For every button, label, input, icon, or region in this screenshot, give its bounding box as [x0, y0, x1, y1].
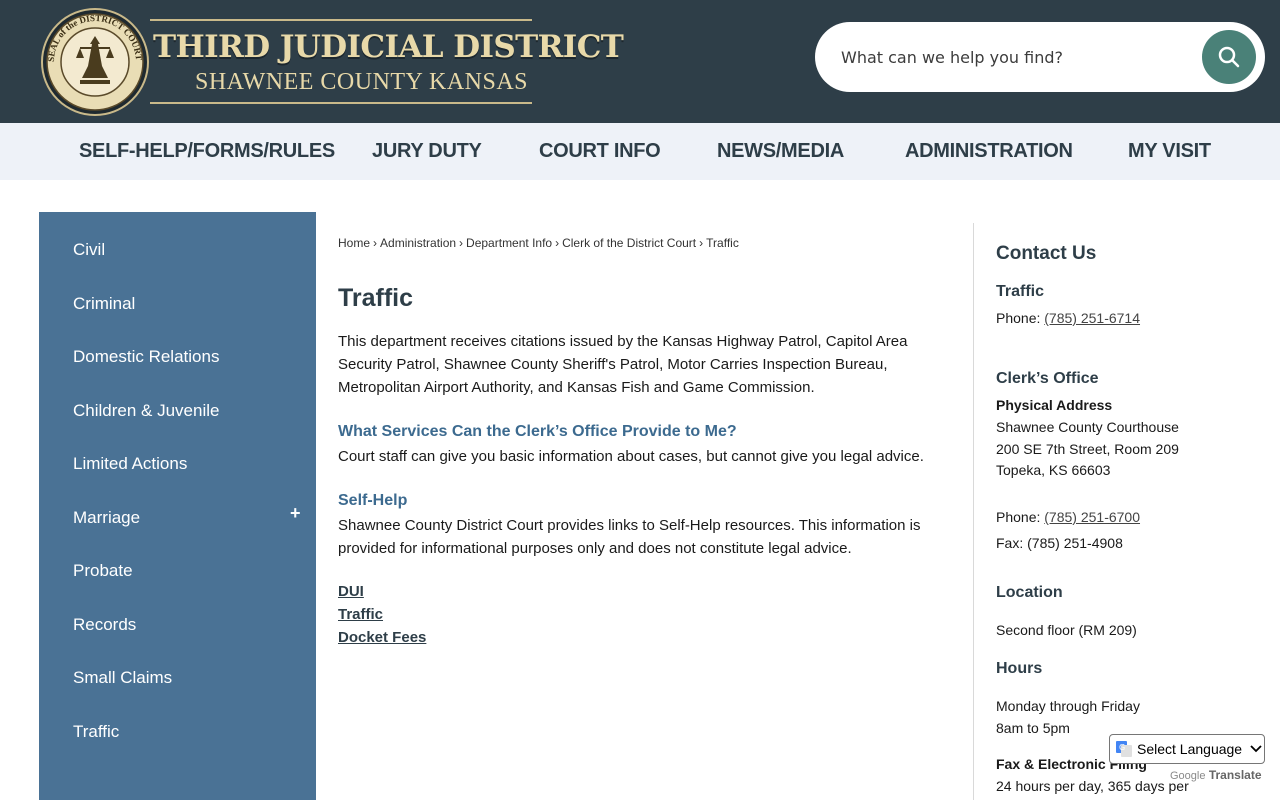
- breadcrumb-separator: ›: [373, 236, 378, 250]
- self-help-heading: Self-Help: [338, 492, 408, 509]
- address-line-1: Shawnee County Courthouse: [996, 419, 1179, 435]
- hours-heading: Hours: [996, 660, 1043, 677]
- phone-label: Phone:: [996, 310, 1045, 326]
- breadcrumb: Home › Administration › Department Info › Cler…: [338, 236, 739, 250]
- sidebar-item-marriage[interactable]: Marriage: [73, 508, 140, 528]
- breadcrumb-home[interactable]: Home: [338, 236, 370, 250]
- powered-by-google[interactable]: Google Translate: [1170, 768, 1262, 782]
- language-select-label: Select Language: [1137, 741, 1243, 757]
- breadcrumb-separator: ›: [459, 236, 464, 250]
- search-icon: [1218, 46, 1240, 68]
- services-heading: What Services Can the Clerk’s Office Pro…: [338, 423, 737, 440]
- breadcrumb-department-info[interactable]: Department Info: [466, 236, 552, 250]
- court-seal-logo[interactable]: SEAL of the DISTRICT COURT: [40, 8, 150, 116]
- hours-time: 8am to 5pm: [996, 720, 1070, 736]
- location-heading: Location: [996, 584, 1063, 601]
- traffic-contact-heading: Traffic: [996, 283, 1045, 300]
- chevron-down-icon: [1250, 745, 1262, 753]
- site-title: THIRD JUDICIAL DISTRICT: [153, 29, 624, 65]
- sidebar-item-children-juvenile[interactable]: Children & Juvenile: [73, 401, 219, 421]
- nav-court-info[interactable]: COURT INFO: [539, 140, 661, 163]
- breadcrumb-separator: ›: [555, 236, 560, 250]
- marriage-expand-button[interactable]: +: [290, 503, 301, 524]
- self-help-text: Shawnee County District Court provides l…: [338, 517, 921, 557]
- traffic-phone-line: Phone: (785) 251-6714: [996, 310, 1140, 326]
- nav-administration[interactable]: ADMINISTRATION: [905, 140, 1073, 163]
- site-header: SEAL of the DISTRICT COURT THIRD JUDICIA…: [0, 0, 1280, 123]
- clerk-office-heading: Clerk’s Office: [996, 370, 1099, 387]
- intro-text: This department receives citations issue…: [338, 333, 908, 396]
- translate-label: Translate: [1208, 768, 1262, 782]
- address-line-2: 200 SE 7th Street, Room 209: [996, 441, 1179, 457]
- sidebar-item-limited-actions[interactable]: Limited Actions: [73, 454, 187, 474]
- fax-filing-text: 24 hours per day, 365 days per: [996, 778, 1189, 794]
- google-translate-icon: G: [1116, 741, 1132, 757]
- page-title: Traffic: [338, 284, 414, 312]
- location-text: Second floor (RM 209): [996, 622, 1137, 638]
- sidebar-item-records[interactable]: Records: [73, 615, 136, 635]
- contact-heading: Contact Us: [996, 243, 1097, 264]
- search-button[interactable]: [1202, 30, 1256, 84]
- site-banner[interactable]: THIRD JUDICIAL DISTRICT SHAWNEE COUNTY K…: [150, 19, 624, 104]
- sidebar: Civil Criminal Domestic Relations Childr…: [39, 212, 316, 800]
- hours-days: Monday through Friday: [996, 698, 1140, 714]
- sidebar-item-civil[interactable]: Civil: [73, 240, 105, 260]
- breadcrumb-administration[interactable]: Administration: [380, 236, 456, 250]
- main-nav: SELF-HELP/FORMS/RULES JURY DUTY COURT IN…: [0, 123, 1280, 180]
- sidebar-item-criminal[interactable]: Criminal: [73, 294, 135, 314]
- svg-text:G: G: [1119, 743, 1125, 752]
- site-subtitle: SHAWNEE COUNTY KANSAS: [195, 69, 529, 95]
- column-divider: [973, 223, 974, 800]
- breadcrumb-clerk[interactable]: Clerk of the District Court: [562, 236, 696, 250]
- address-line-3: Topeka, KS 66603: [996, 462, 1111, 478]
- sidebar-item-traffic[interactable]: Traffic: [73, 722, 119, 742]
- clerk-fax: Fax: (785) 251-4908: [996, 535, 1123, 551]
- nav-jury-duty[interactable]: JURY DUTY: [372, 140, 482, 163]
- breadcrumb-traffic[interactable]: Traffic: [706, 236, 739, 250]
- nav-my-visit[interactable]: MY VISIT: [1128, 140, 1211, 163]
- breadcrumb-separator: ›: [699, 236, 704, 250]
- docket-fees-link[interactable]: Docket Fees: [338, 629, 426, 646]
- services-text: Court staff can give you basic informati…: [338, 448, 924, 465]
- nav-news-media[interactable]: NEWS/MEDIA: [717, 140, 844, 163]
- nav-self-help[interactable]: SELF-HELP/FORMS/RULES: [79, 140, 335, 163]
- traffic-link[interactable]: Traffic: [338, 606, 383, 623]
- physical-address-label: Physical Address: [996, 397, 1113, 413]
- sidebar-item-domestic-relations[interactable]: Domestic Relations: [73, 347, 219, 367]
- google-logo-text: Google: [1170, 770, 1206, 782]
- search-bar: [815, 22, 1265, 92]
- clerk-phone-link[interactable]: (785) 251-6700: [1044, 509, 1140, 525]
- clerk-phone-line: Phone: (785) 251-6700: [996, 509, 1140, 525]
- dui-link[interactable]: DUI: [338, 583, 364, 600]
- phone-label: Phone:: [996, 509, 1045, 525]
- traffic-phone-link[interactable]: (785) 251-6714: [1044, 310, 1140, 326]
- search-input[interactable]: [841, 42, 1201, 72]
- language-select[interactable]: G Select Language: [1109, 734, 1265, 764]
- sidebar-item-small-claims[interactable]: Small Claims: [73, 668, 172, 688]
- sidebar-item-probate[interactable]: Probate: [73, 561, 133, 581]
